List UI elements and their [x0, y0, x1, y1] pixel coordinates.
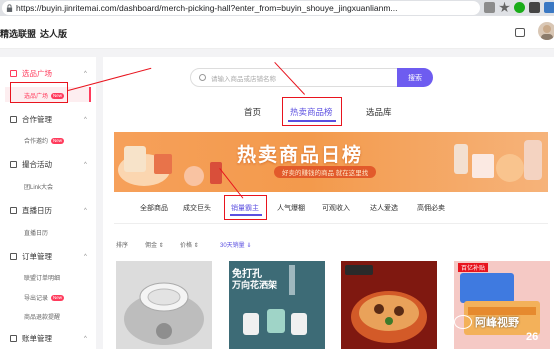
shower-holder-image	[243, 265, 307, 335]
wechat-bubble-icon	[454, 315, 472, 329]
sidebar-item-label: 联盟订单明细	[24, 276, 61, 282]
category-top-gmv[interactable]: 成交巨头	[183, 203, 211, 213]
search-placeholder: 请输入商品或店铺名称	[211, 75, 276, 83]
highlight-box-hot-ranking	[282, 97, 342, 126]
chevron-up-icon: ^	[84, 161, 87, 168]
sort-commission[interactable]: 佣金 ⇕	[145, 240, 164, 249]
product-card-sink-strainer[interactable]	[116, 261, 212, 349]
sidebar-item-label: 商品退款提醒	[24, 315, 61, 321]
highlight-box-top-sales	[224, 195, 267, 220]
tab-home[interactable]: 首页	[244, 106, 261, 118]
browser-toolbar: https://buyin.jinritemai.com/dashboard/m…	[0, 0, 554, 16]
sidebar-group-label: 撮合活动	[22, 160, 52, 169]
address-bar[interactable]: https://buyin.jinritemai.com/dashboard/m…	[2, 1, 480, 15]
sort-price[interactable]: 价格 ⇕	[180, 240, 199, 249]
sidebar-group-label: 账单管理	[22, 334, 52, 343]
sidebar-group-orders[interactable]: 订单管理 ^	[10, 251, 87, 262]
message-icon[interactable]	[515, 28, 525, 37]
sidebar-group-cooperation[interactable]: 合作管理 ^	[10, 114, 87, 125]
activity-icon	[10, 161, 17, 168]
category-creator-pick[interactable]: 达人爱选	[370, 203, 398, 213]
sidebar-item-label: 合作邀约	[24, 139, 49, 145]
category-all[interactable]: 全部商品	[140, 203, 168, 213]
banner-title: 热卖商品日榜	[237, 145, 364, 166]
sidebar-item-live-calendar[interactable]: 直播日历	[24, 228, 48, 237]
extension-icon[interactable]	[484, 2, 495, 13]
sidebar-item-order-details[interactable]: 联盟订单明细	[24, 273, 60, 282]
sidebar-group-activities[interactable]: 撮合活动 ^	[10, 159, 87, 170]
product-image	[341, 261, 437, 349]
brand-name[interactable]: 精选联盟	[0, 27, 36, 40]
cooperation-icon	[10, 116, 17, 123]
app-header: 精选联盟 达人版	[0, 16, 554, 49]
sidebar-item-label: 导出记录	[24, 296, 49, 302]
watermark-text: 阿峰视野	[475, 317, 519, 329]
product-card-shower-holder[interactable]: 免打孔 万向花洒架	[229, 261, 325, 349]
new-badge: New	[51, 137, 65, 144]
green-extension-icon[interactable]	[514, 2, 525, 13]
product-card-noodles[interactable]	[341, 261, 437, 349]
search-icon	[199, 74, 206, 81]
chevron-up-icon: ^	[84, 207, 87, 214]
product-card-snack[interactable]: 百亿补贴 26	[454, 261, 550, 349]
billing-icon	[10, 335, 17, 342]
category-good-income[interactable]: 可观收入	[322, 203, 350, 213]
sort-label: 排序	[116, 243, 129, 249]
card-number: 26	[526, 331, 539, 343]
sidebar-item-invitation[interactable]: 合作邀约 New	[24, 136, 65, 145]
order-icon	[10, 253, 17, 260]
sidebar-group-billing[interactable]: 账单管理 ^	[10, 333, 87, 344]
star-icon[interactable]	[499, 2, 510, 13]
lock-icon	[6, 4, 13, 12]
sidebar-item-export-records[interactable]: 导出记录 New	[24, 293, 65, 302]
chevron-up-icon: ^	[84, 335, 87, 342]
calendar-icon	[10, 207, 17, 214]
sidebar-item-link-conference[interactable]: 团Link大会	[24, 182, 53, 191]
search-button[interactable]: 搜索	[397, 68, 433, 87]
highlight-box-merch-square	[10, 82, 68, 103]
sidebar-group-merch[interactable]: 选品广场 ^	[10, 68, 87, 79]
chevron-up-icon: ^	[84, 253, 87, 260]
sidebar-group-live-calendar[interactable]: 直播日历 ^	[10, 205, 87, 216]
sidebar-group-label: 订单管理	[22, 252, 52, 261]
sidebar-group-label: 合作管理	[22, 115, 52, 124]
category-high-commission[interactable]: 高佣必卖	[417, 203, 445, 213]
new-badge: New	[51, 294, 65, 301]
sidebar-item-refund-reminder[interactable]: 商品退款提醒	[24, 312, 60, 321]
hot-ranking-banner: 热卖商品日榜 好卖的赚钱的商品 就在这里找	[114, 132, 548, 192]
url-text[interactable]: https://buyin.jinritemai.com/dashboard/m…	[16, 3, 472, 13]
product-image	[116, 261, 212, 349]
extension-icon-3[interactable]	[544, 2, 554, 13]
sort-30day-sales[interactable]: 30天销量 ⇓	[220, 240, 251, 249]
banner-subtitle: 好卖的赚钱的商品 就在这里找	[274, 166, 377, 178]
sidebar-item-label: 直播日历	[24, 231, 49, 237]
sidebar-group-label: 直播日历	[22, 206, 52, 215]
watermark: 阿峰视野	[454, 314, 519, 330]
role-label: 达人版	[40, 29, 68, 39]
avatar[interactable]	[538, 22, 554, 40]
tab-selection-library[interactable]: 选品库	[366, 106, 392, 118]
sidebar-item-label: 团Link大会	[24, 185, 54, 191]
sidebar-group-label: 选品广场	[22, 69, 52, 78]
chevron-up-icon: ^	[84, 116, 87, 123]
extension-icon-2[interactable]	[529, 2, 540, 13]
merch-square-icon	[10, 70, 17, 77]
chevron-up-icon: ^	[84, 70, 87, 77]
category-popular[interactable]: 人气爆棚	[277, 203, 305, 213]
